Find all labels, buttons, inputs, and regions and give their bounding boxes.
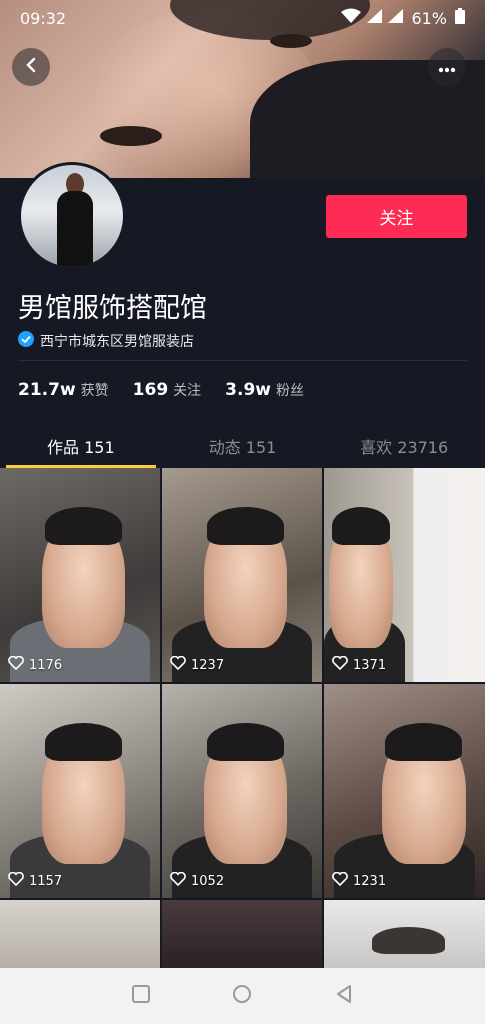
nav-triangle-icon[interactable] bbox=[334, 984, 354, 1008]
video-thumbnail[interactable]: 1371 bbox=[324, 468, 485, 682]
follow-button[interactable]: 关注 bbox=[326, 195, 467, 238]
battery-level: 61% bbox=[411, 8, 447, 28]
nav-circle-icon[interactable] bbox=[232, 984, 252, 1008]
tab-liked[interactable]: 喜欢 23716 bbox=[323, 424, 485, 468]
stat-likes[interactable]: 21.7w 获赞 bbox=[18, 380, 109, 400]
verified-info: 西宁市城东区男馆服装店 bbox=[18, 331, 194, 351]
heart-icon bbox=[170, 871, 186, 890]
like-count: 1231 bbox=[332, 871, 386, 890]
video-thumbnail[interactable] bbox=[324, 900, 485, 968]
tab-activity[interactable]: 动态 151 bbox=[162, 424, 324, 468]
video-thumbnail[interactable] bbox=[0, 900, 160, 968]
video-thumbnail[interactable]: 1157 bbox=[0, 684, 160, 898]
verified-text: 西宁市城东区男馆服装店 bbox=[40, 334, 194, 350]
profile-stats: 21.7w 获赞 169 关注 3.9w 粉丝 bbox=[18, 380, 304, 400]
verified-check-icon bbox=[18, 331, 34, 351]
back-button[interactable] bbox=[12, 48, 50, 86]
like-count: 1052 bbox=[170, 871, 224, 890]
wifi-icon bbox=[341, 8, 362, 28]
video-thumbnail[interactable]: 1176 bbox=[0, 468, 160, 682]
video-grid: 1176 1237 1371 1157 1052 1231 bbox=[0, 468, 485, 968]
status-bar: 09:32 61% bbox=[0, 0, 485, 36]
profile-name: 男馆服饰搭配馆 bbox=[18, 293, 207, 324]
system-nav-bar bbox=[0, 968, 485, 1024]
heart-icon bbox=[332, 871, 348, 890]
like-count: 1157 bbox=[8, 871, 62, 890]
video-thumbnail[interactable]: 1231 bbox=[324, 684, 485, 898]
video-thumbnail[interactable]: 1052 bbox=[162, 684, 322, 898]
like-count: 1371 bbox=[332, 655, 386, 674]
heart-icon bbox=[170, 655, 186, 674]
avatar[interactable] bbox=[18, 162, 126, 270]
status-time: 09:32 bbox=[20, 8, 67, 28]
battery-icon bbox=[455, 8, 465, 28]
like-count: 1176 bbox=[8, 655, 62, 674]
video-thumbnail[interactable] bbox=[162, 900, 322, 968]
heart-icon bbox=[8, 871, 24, 890]
content-tabs: 作品 151 动态 151 喜欢 23716 bbox=[0, 424, 485, 468]
more-button[interactable] bbox=[428, 48, 466, 86]
heart-icon bbox=[332, 655, 348, 674]
heart-icon bbox=[8, 655, 24, 674]
back-arrow-icon bbox=[23, 57, 39, 77]
stat-followers[interactable]: 3.9w 粉丝 bbox=[225, 380, 304, 400]
like-count: 1237 bbox=[170, 655, 224, 674]
more-dots-icon bbox=[438, 58, 456, 77]
nav-square-icon[interactable] bbox=[131, 984, 151, 1008]
divider bbox=[18, 360, 467, 361]
signal-icon bbox=[387, 8, 404, 28]
stat-following[interactable]: 169 关注 bbox=[133, 380, 202, 400]
signal-icon bbox=[366, 8, 383, 28]
video-thumbnail[interactable]: 1237 bbox=[162, 468, 322, 682]
tab-works[interactable]: 作品 151 bbox=[0, 424, 162, 468]
